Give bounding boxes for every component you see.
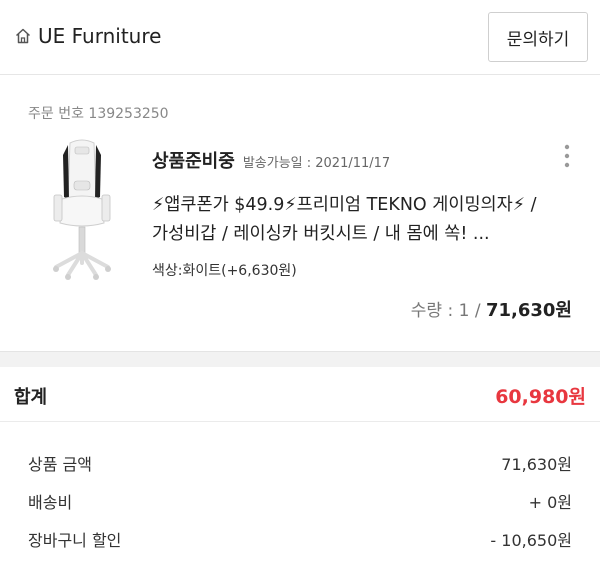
detail-value: + 0원 bbox=[528, 493, 572, 512]
product-title[interactable]: ⚡앱쿠폰가 $49.9⚡프리미엄 TEKNO 게이밍의자⚡ / 가성비갑 / 레… bbox=[152, 191, 572, 249]
total-label: 합계 bbox=[14, 387, 48, 408]
store-name: UE Furniture bbox=[38, 24, 162, 48]
total-row: 합계 60,980원 bbox=[0, 367, 600, 422]
detail-value: 71,630원 bbox=[501, 455, 572, 474]
detail-row-cart-discount: 장바구니 할인 - 10,650원 bbox=[0, 527, 600, 557]
more-vertical-icon[interactable] bbox=[562, 143, 572, 169]
order-status: 상품준비중 bbox=[152, 151, 235, 172]
item-price: 71,630원 bbox=[485, 300, 572, 321]
detail-label: 배송비 bbox=[28, 493, 73, 512]
detail-label: 장바구니 할인 bbox=[28, 531, 122, 550]
product-option: 색상:화이트(+6,630원) bbox=[152, 263, 297, 279]
home-icon bbox=[15, 28, 31, 44]
detail-row-product-amount: 상품 금액 71,630원 bbox=[0, 451, 600, 481]
order-status-line: 상품준비중 발송가능일 : 2021/11/17 bbox=[152, 147, 390, 173]
detail-row-shipping: 배송비 + 0원 bbox=[0, 489, 600, 519]
store-header: UE Furniture 문의하기 bbox=[0, 0, 600, 75]
order-card: 주문 번호 139253250 상품준비중 발송가능일 : 2021/11/17 bbox=[0, 75, 600, 352]
inquiry-button[interactable]: 문의하기 bbox=[488, 12, 588, 62]
payment-summary: 합계 60,980원 상품 금액 71,630원 배송비 + 0원 장바구니 할… bbox=[0, 367, 600, 580]
product-thumbnail[interactable] bbox=[46, 135, 118, 315]
ship-date: 발송가능일 : 2021/11/17 bbox=[242, 156, 391, 171]
order-number: 주문 번호 139253250 bbox=[28, 106, 169, 122]
quantity: 수량 : 1 bbox=[410, 301, 470, 321]
detail-label: 상품 금액 bbox=[28, 455, 92, 474]
separator: / bbox=[474, 301, 481, 321]
total-value: 60,980원 bbox=[495, 386, 586, 408]
store-link[interactable]: UE Furniture bbox=[14, 24, 161, 48]
quantity-price-line: 수량 : 1 / 71,630원 bbox=[411, 296, 572, 322]
detail-value: - 10,650원 bbox=[490, 531, 572, 550]
